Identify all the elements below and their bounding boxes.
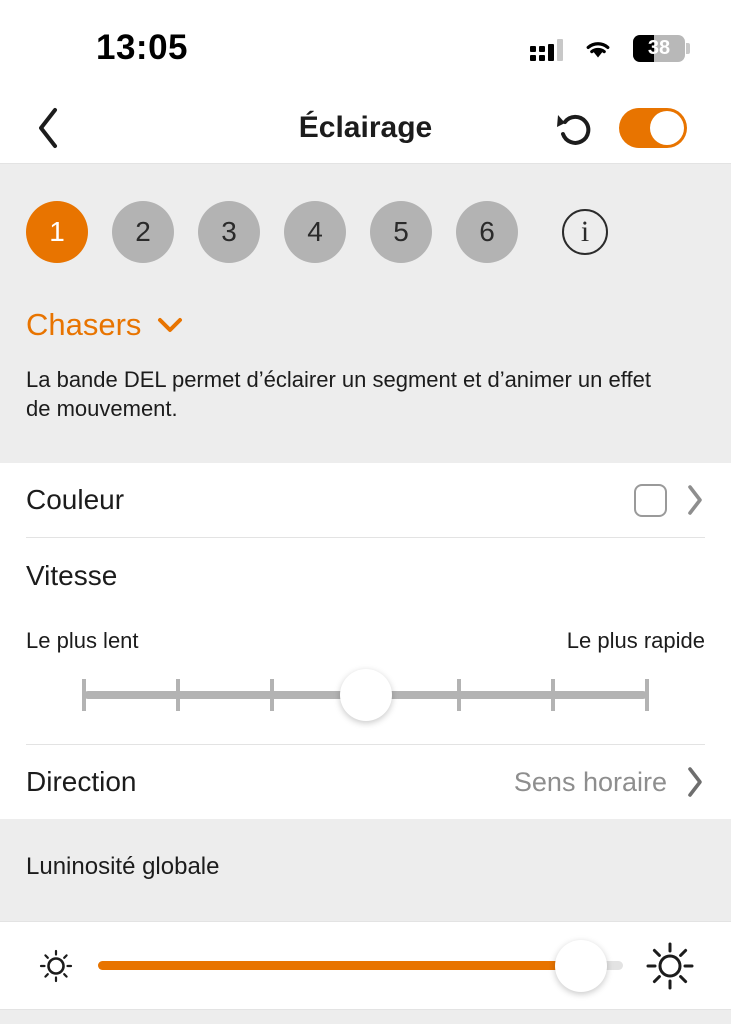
scene-label: 6	[479, 216, 495, 247]
app-screen: 13:05 38 Éclairage 1 2 3 4 5 6 i Chasers…	[0, 0, 731, 1024]
scene-selector: 1 2 3 4 5 6 i	[0, 164, 731, 263]
effect-description: La bande DEL permet d’éclairer un segmen…	[26, 367, 651, 422]
scene-label: 1	[49, 216, 65, 247]
speed-title: Vitesse	[26, 560, 118, 592]
nav-actions	[553, 106, 731, 150]
scene-label: 2	[135, 216, 151, 247]
scene-button-5[interactable]: 5	[370, 201, 432, 263]
speed-tick	[551, 679, 556, 712]
speed-min-label: Le plus lent	[26, 628, 139, 654]
direction-row-label: Direction	[26, 766, 137, 798]
cellular-signal-icon	[530, 35, 563, 61]
status-time: 13:05	[96, 28, 189, 67]
direction-row[interactable]: Direction Sens horaire	[0, 745, 731, 819]
color-swatch[interactable]	[634, 483, 667, 517]
back-button[interactable]	[0, 92, 96, 164]
brightness-header: Luninosité globale	[0, 819, 731, 922]
toggle-knob	[650, 110, 684, 145]
brightness-track-fill	[98, 960, 581, 970]
direction-row-right: Sens horaire	[514, 765, 705, 799]
direction-value: Sens horaire	[513, 766, 667, 797]
brightness-low-icon	[39, 949, 73, 982]
color-row-label: Couleur	[26, 484, 125, 516]
scene-label: 5	[393, 216, 409, 247]
scene-effect-panel: 1 2 3 4 5 6 i Chasers La bande DEL perme…	[0, 164, 731, 464]
speed-tick	[457, 679, 462, 712]
scene-button-4[interactable]: 4	[284, 201, 346, 263]
speed-max-label: Le plus rapide	[566, 628, 705, 654]
speed-tick	[175, 679, 180, 712]
info-glyph: i	[580, 215, 590, 248]
speed-slider-thumb[interactable]	[339, 669, 392, 722]
chevron-down-icon	[158, 318, 183, 332]
battery-icon: 38	[633, 34, 690, 62]
brightness-slider-thumb[interactable]	[555, 939, 607, 992]
reset-undo-icon[interactable]	[553, 106, 597, 150]
speed-labels: Le plus lent Le plus rapide	[26, 628, 705, 654]
bottom-section	[0, 1009, 731, 1024]
info-icon[interactable]: i	[562, 209, 608, 255]
chevron-right-icon	[688, 767, 702, 797]
speed-block: Vitesse Le plus lent Le plus rapide	[0, 538, 731, 744]
status-bar: 13:05 38	[0, 0, 731, 92]
wifi-icon	[586, 42, 610, 58]
brightness-slider[interactable]	[98, 936, 623, 996]
settings-list: Couleur Vitesse Le plus lent Le plus rap…	[0, 463, 731, 820]
effect-name: Chasers	[26, 307, 142, 342]
brightness-slider-block	[0, 921, 731, 1010]
brightness-title: Luninosité globale	[26, 853, 220, 881]
power-toggle[interactable]	[619, 107, 687, 148]
effect-block: Chasers La bande DEL permet d’éclairer u…	[0, 263, 731, 463]
scene-button-2[interactable]: 2	[112, 201, 174, 263]
nav-bar: Éclairage	[0, 92, 731, 164]
scene-label: 3	[221, 216, 237, 247]
scene-label: 4	[307, 216, 323, 247]
status-icons: 38	[530, 34, 690, 62]
scene-button-3[interactable]: 3	[198, 201, 260, 263]
speed-tick	[645, 679, 649, 712]
battery-percent: 38	[647, 36, 671, 59]
effect-selector[interactable]: Chasers	[26, 307, 705, 343]
speed-tick	[82, 679, 86, 712]
scene-button-6[interactable]: 6	[456, 201, 518, 263]
brightness-high-icon	[646, 942, 694, 990]
speed-slider[interactable]	[82, 664, 649, 726]
speed-tick	[269, 679, 274, 712]
color-row-right	[634, 483, 705, 517]
color-row[interactable]: Couleur	[0, 463, 731, 537]
chevron-left-icon	[39, 107, 57, 148]
scene-button-1[interactable]: 1	[26, 201, 88, 263]
chevron-right-icon	[688, 485, 702, 515]
